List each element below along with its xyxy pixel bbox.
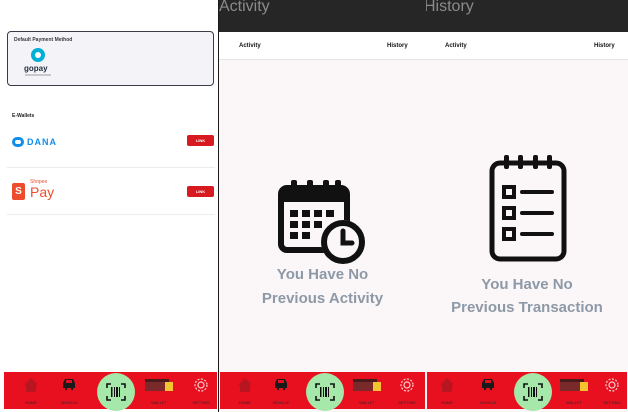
scan-button[interactable] <box>306 373 344 411</box>
shopeepay-logo: S Shopee Pay <box>12 179 62 205</box>
bottom-nav: HOME VEHICLE WALLET SETTING <box>427 372 627 411</box>
header-bar: Activity <box>219 0 426 32</box>
empty-state-line2: Previous Transaction <box>451 299 603 316</box>
home-icon <box>440 378 454 392</box>
car-icon <box>482 379 494 390</box>
nav-home[interactable]: HOME <box>432 372 462 409</box>
dana-icon <box>12 137 24 147</box>
nav-setting-label: SETTING <box>603 400 621 405</box>
nav-home-label: HOME <box>25 400 37 405</box>
activity-screen: Activity Activity History You Have No Pr… <box>219 0 426 412</box>
tab-activity[interactable]: Activity <box>239 43 261 49</box>
link-shopeepay-button[interactable]: LINK <box>187 186 214 197</box>
tab-activity[interactable]: Activity <box>445 43 467 49</box>
ewallet-row-shopeepay: S Shopee Pay LINK <box>7 165 215 215</box>
scan-button[interactable] <box>514 373 552 411</box>
home-icon <box>238 378 252 392</box>
gear-icon <box>194 378 208 392</box>
gear-icon <box>400 378 414 392</box>
ewallet-row-dana: DANA LINK <box>7 118 215 168</box>
nav-home[interactable]: HOME <box>230 372 260 409</box>
nav-setting-label: SETTING <box>398 400 416 405</box>
nav-setting[interactable]: SETTING <box>597 372 627 409</box>
gopay-tagline <box>25 74 51 76</box>
barcode-scan-icon <box>315 383 335 401</box>
nav-vehicle[interactable]: VEHICLE <box>266 372 296 409</box>
barcode-scan-icon <box>523 383 543 401</box>
gopay-logo: gopay <box>22 48 58 80</box>
bottom-nav: HOME VEHICLE WALLET SETTING <box>220 372 425 411</box>
nav-setting-label: SETTING <box>192 400 210 405</box>
screenshot-root: Default Payment Method gopay E-Wallets D… <box>0 0 628 412</box>
header-bar: History <box>426 0 628 32</box>
scan-button[interactable] <box>97 373 135 411</box>
shopee-bag-icon: S <box>12 183 25 200</box>
gopay-wordmark: gopay <box>24 64 48 73</box>
nav-vehicle[interactable]: VEHICLE <box>473 372 503 409</box>
empty-state-line2: Previous Activity <box>261 290 384 307</box>
pay-wordmark: Pay <box>30 184 55 200</box>
nav-home-label: HOME <box>239 400 251 405</box>
nav-home[interactable]: HOME <box>16 372 46 409</box>
dana-wordmark: DANA <box>27 137 57 147</box>
nav-vehicle[interactable]: VEHICLE <box>54 372 84 409</box>
tab-bar: Activity History <box>219 32 426 60</box>
header-title: Activity <box>219 0 270 15</box>
tab-bar: Activity History <box>426 32 628 60</box>
home-icon <box>24 378 38 392</box>
nav-vehicle-label: VEHICLE <box>60 400 78 405</box>
default-payment-label: Default Payment Method <box>14 37 73 43</box>
nav-wallet[interactable]: WALLET <box>352 372 382 409</box>
nav-setting[interactable]: SETTING <box>392 372 422 409</box>
notepad-checklist-icon <box>489 155 567 262</box>
header-title: History <box>426 0 474 15</box>
nav-wallet-label: WALLET <box>359 400 375 405</box>
gopay-icon <box>31 48 45 62</box>
nav-wallet-label: WALLET <box>566 400 582 405</box>
nav-wallet-label: WALLET <box>151 400 167 405</box>
car-icon <box>275 379 287 390</box>
nav-vehicle-label: VEHICLE <box>479 400 497 405</box>
nav-vehicle-label: VEHICLE <box>272 400 290 405</box>
dana-logo: DANA <box>12 137 57 147</box>
wallet-icon <box>145 379 173 391</box>
wallet-screen: Default Payment Method gopay E-Wallets D… <box>0 0 219 412</box>
nav-setting[interactable]: SETTING <box>186 372 216 409</box>
history-screen: History Activity History You Have No Pre… <box>426 0 628 412</box>
gear-icon <box>605 378 619 392</box>
wallet-icon <box>560 379 588 391</box>
empty-state-line1: You Have No <box>276 266 369 283</box>
nav-home-label: HOME <box>441 400 453 405</box>
tab-history[interactable]: History <box>594 43 615 49</box>
link-dana-button[interactable]: LINK <box>187 135 214 146</box>
car-icon <box>63 379 75 390</box>
empty-state-line1: You Have No <box>481 276 573 293</box>
nav-wallet[interactable]: WALLET <box>559 372 589 409</box>
tab-history[interactable]: History <box>387 43 408 49</box>
wallet-icon <box>353 379 381 391</box>
default-payment-card[interactable]: Default Payment Method gopay <box>7 31 214 86</box>
calendar-clock-icon <box>278 180 365 264</box>
nav-wallet[interactable]: WALLET <box>144 372 174 409</box>
bottom-nav: HOME VEHICLE WALLET SETTING <box>4 372 217 411</box>
barcode-scan-icon <box>106 383 126 401</box>
